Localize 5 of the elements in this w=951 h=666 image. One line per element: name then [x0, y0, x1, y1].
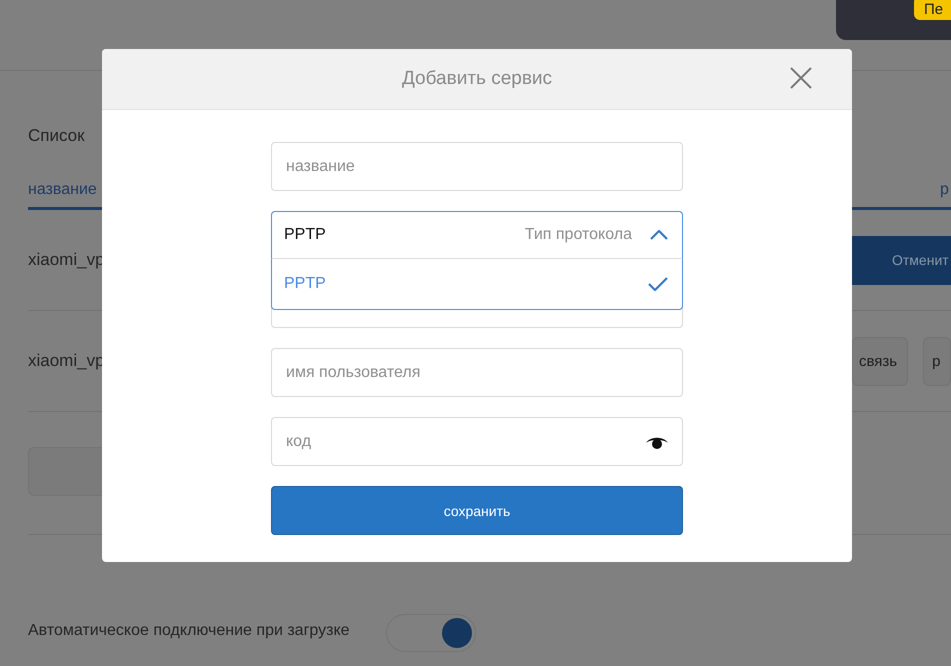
service-name: xiaomi_vp	[28, 250, 105, 269]
section-heading: Список	[28, 126, 85, 145]
service-name: xiaomi_vp	[28, 351, 105, 370]
dialog-title: Добавить сервис	[402, 68, 552, 90]
auto-connect-label: Автоматическое подключение при загрузке	[28, 622, 350, 640]
